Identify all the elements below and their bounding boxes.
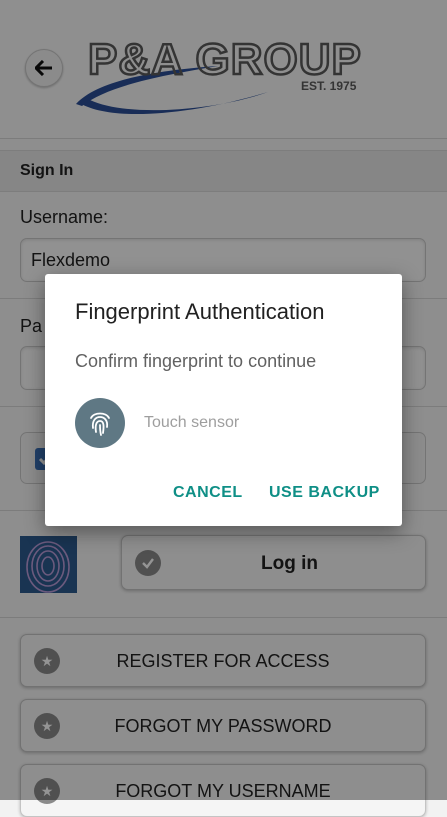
dialog-title: Fingerprint Authentication [75,299,325,324]
fingerprint-icon [75,398,125,448]
fingerprint-dialog: Fingerprint Authentication Confirm finge… [45,274,402,526]
dialog-status: Touch sensor [144,414,240,431]
use-backup-button[interactable]: USE BACKUP [269,484,380,502]
dialog-message: Confirm fingerprint to continue [75,351,317,371]
cancel-button[interactable]: CANCEL [173,484,243,502]
